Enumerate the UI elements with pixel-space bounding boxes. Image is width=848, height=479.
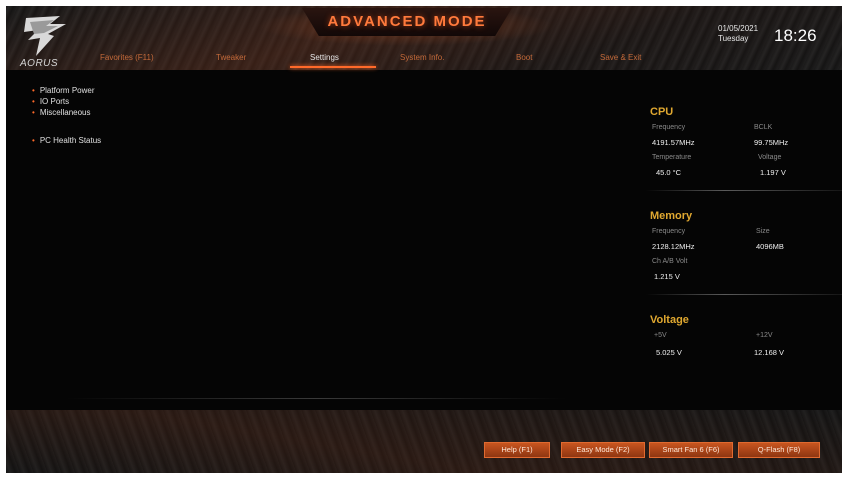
cpu-bclk-label: BCLK	[754, 124, 773, 131]
menu-item-label: Platform Power	[39, 86, 95, 95]
clock: 18:26	[774, 26, 817, 45]
menu-item-platform-power[interactable]: • Platform Power	[32, 86, 95, 95]
qflash-button[interactable]: Q-Flash (F8)	[738, 442, 820, 458]
menu-item-miscellaneous[interactable]: • Miscellaneous	[32, 108, 91, 117]
tab-system-info[interactable]: System Info.	[400, 53, 444, 62]
header-bar: AORUS ADVANCED MODE Favorites (F11) Twea…	[6, 6, 842, 70]
bullet-icon: •	[32, 86, 35, 95]
memory-size-value: 4096MB	[756, 242, 784, 251]
memory-frequency-label: Frequency	[652, 228, 686, 235]
voltage-5v-label: +5V	[654, 332, 667, 339]
voltage-5v-value: 5.025 V	[656, 348, 682, 357]
tab-settings[interactable]: Settings	[310, 53, 339, 62]
bullet-icon: •	[32, 97, 35, 106]
logo-text: AORUS	[20, 58, 59, 69]
bullet-icon: •	[32, 136, 35, 145]
help-button[interactable]: Help (F1)	[484, 442, 550, 458]
menu-item-label: PC Health Status	[39, 136, 102, 145]
memory-section-title: Memory	[650, 210, 693, 222]
memory-frequency-value: 2128.12MHz	[652, 242, 695, 251]
menu-item-label: IO Ports	[39, 97, 70, 106]
cpu-temperature-value: 45.0 °C	[656, 168, 682, 177]
cpu-frequency-value: 4191.57MHz	[652, 138, 695, 147]
cpu-bclk-value: 99.75MHz	[754, 138, 789, 147]
menu-item-pc-health-status[interactable]: • PC Health Status	[32, 136, 101, 145]
date: 01/05/2021	[718, 24, 759, 33]
tab-favorites[interactable]: Favorites (F11)	[100, 53, 154, 62]
memory-chab-volt-label: Ch A/B Volt	[652, 258, 688, 265]
tab-save-exit[interactable]: Save & Exit	[600, 53, 641, 62]
footer-bar: Help (F1) Easy Mode (F2) Smart Fan 6 (F6…	[6, 410, 842, 473]
content-divider	[66, 398, 566, 399]
bullet-icon: •	[32, 108, 35, 117]
cpu-temperature-label: Temperature	[652, 154, 692, 161]
page-title: ADVANCED MODE	[327, 13, 487, 30]
cpu-section-title: CPU	[650, 106, 674, 118]
bios-screen: AORUS ADVANCED MODE Favorites (F11) Twea…	[6, 6, 842, 473]
section-divider	[646, 190, 842, 191]
cpu-voltage-label: Voltage	[758, 154, 782, 161]
voltage-12v-label: +12V	[756, 332, 773, 339]
aorus-eagle-logo-icon	[24, 16, 66, 56]
tab-boot[interactable]: Boot	[516, 53, 532, 62]
weekday: Tuesday	[718, 34, 749, 43]
active-tab-indicator	[290, 66, 376, 68]
easy-mode-button[interactable]: Easy Mode (F2)	[561, 442, 645, 458]
voltage-section-title: Voltage	[650, 314, 689, 326]
section-divider	[646, 294, 842, 295]
memory-size-label: Size	[756, 228, 770, 235]
menu-item-label: Miscellaneous	[39, 108, 91, 117]
voltage-12v-value: 12.168 V	[754, 348, 785, 357]
memory-chab-volt-value: 1.215 V	[654, 272, 680, 281]
tab-tweaker[interactable]: Tweaker	[216, 53, 246, 62]
cpu-voltage-value: 1.197 V	[760, 168, 786, 177]
smart-fan-button[interactable]: Smart Fan 6 (F6)	[649, 442, 733, 458]
menu-item-io-ports[interactable]: • IO Ports	[32, 97, 69, 106]
cpu-frequency-label: Frequency	[652, 124, 686, 131]
